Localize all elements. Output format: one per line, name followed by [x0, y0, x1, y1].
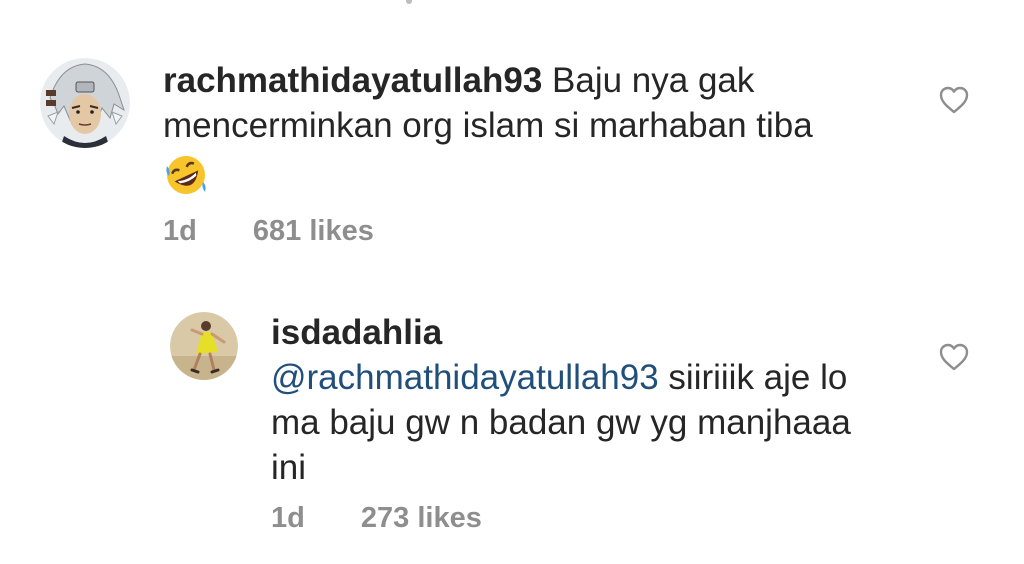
- reply-likes-count[interactable]: 273 likes: [361, 502, 482, 535]
- reply-text-line2: ma baju gw n badan gw yg manjhaaa: [271, 403, 851, 442]
- comment-likes-count[interactable]: 681 likes: [253, 215, 374, 248]
- reply-time: 1d: [271, 502, 305, 534]
- scroll-indicator: [406, 0, 412, 4]
- reply-text-line3: ini: [271, 448, 307, 487]
- reply-mention-link[interactable]: @rachmathidayatullah93: [271, 358, 659, 397]
- reply-username[interactable]: isdadahlia: [271, 310, 911, 355]
- woman-yellow-dress-avatar-icon: [170, 312, 238, 380]
- reply-text: @rachmathidayatullah93 siiriiik aje lo m…: [271, 355, 911, 490]
- comment-body: rachmathidayatullah93 Baju nya gak mence…: [163, 58, 883, 248]
- comment-time: 1d: [163, 215, 197, 247]
- reply-body: isdadahlia @rachmathidayatullah93 siirii…: [271, 310, 911, 535]
- comment-text-line1: Baju nya gak: [542, 61, 755, 100]
- reply-text-line1: siiriiik aje lo: [658, 358, 848, 397]
- comments-page: rachmathidayatullah93 Baju nya gak mence…: [0, 0, 1024, 564]
- comment-text: rachmathidayatullah93 Baju nya gak mence…: [163, 58, 883, 148]
- rolling-on-floor-laughing-emoji-icon: [163, 152, 209, 203]
- heart-outline-icon[interactable]: [939, 86, 969, 114]
- heart-outline-icon[interactable]: [939, 343, 969, 371]
- reply-user-avatar[interactable]: [170, 312, 238, 380]
- user-avatar[interactable]: [40, 58, 130, 148]
- reply-meta: 1d 273 likes: [271, 502, 911, 535]
- comment-username[interactable]: rachmathidayatullah93: [163, 61, 542, 100]
- anime-character-avatar-icon: [40, 58, 130, 148]
- comment-meta: 1d 681 likes: [163, 215, 883, 248]
- comment-text-line2: mencerminkan org islam si marhaban tiba: [163, 106, 813, 145]
